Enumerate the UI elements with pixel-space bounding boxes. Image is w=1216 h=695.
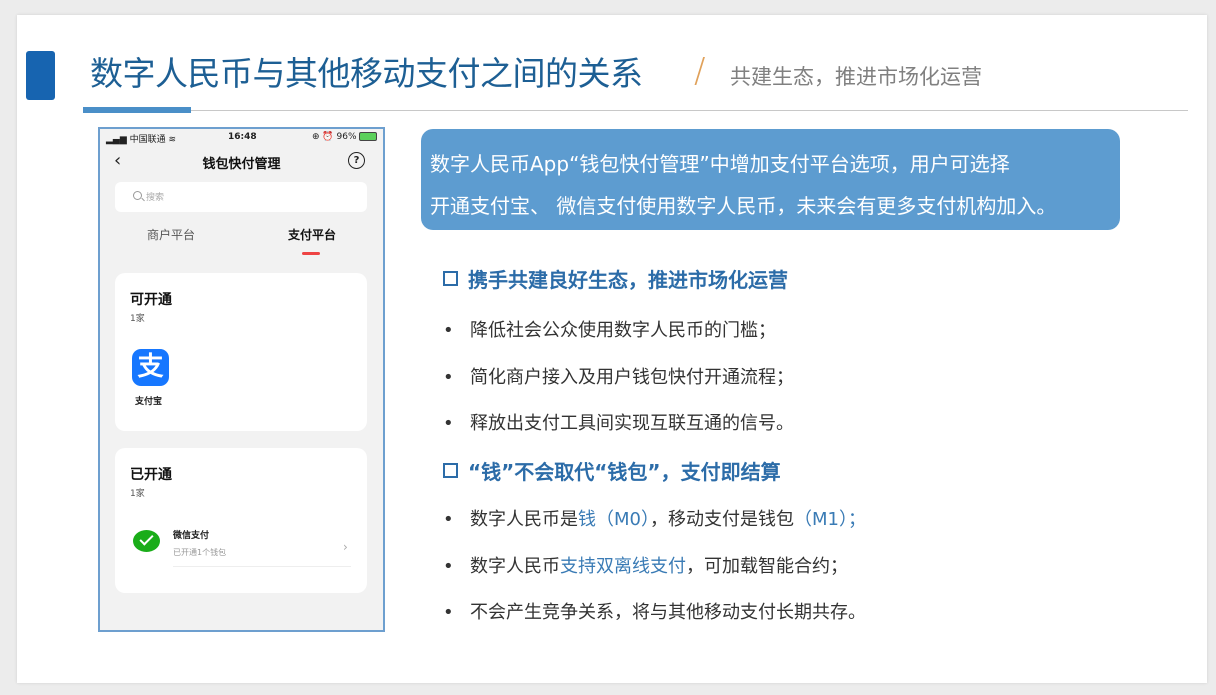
opened-count: 1家	[130, 489, 145, 499]
tab-merchant-platform[interactable]: 商户平台	[147, 226, 195, 243]
divider	[173, 566, 351, 567]
alipay-label: 支付宝	[135, 397, 163, 407]
wechat-pay-name[interactable]: 微信支付	[173, 528, 209, 541]
list-item: • 数字人民币是钱（M0），移动支付是钱包（M1）；	[443, 509, 866, 530]
title-accent-block	[26, 51, 55, 100]
search-placeholder: 搜索	[146, 193, 165, 203]
wechat-pay-sub: 已开通1个钱包	[173, 548, 227, 557]
opened-card: 已开通 1家 微信支付 已开通1个钱包 ›	[115, 448, 367, 593]
wechat-pay-icon	[133, 530, 160, 552]
list-item: • 不会产生竞争关系，将与其他移动支付长期共存。	[443, 602, 866, 623]
status-right: ⊕ ⏰ 96%	[312, 132, 378, 142]
available-count: 1家	[130, 314, 145, 324]
page-title: 数字人民币与其他移动支付之间的关系	[90, 54, 643, 93]
alarm-icon: ⏰	[322, 132, 334, 142]
alipay-icon[interactable]: 支	[132, 349, 169, 386]
page-subtitle: 共建生态，推进市场化运营	[730, 65, 982, 89]
nav-bar: ‹ 钱包快付管理 ?	[100, 146, 383, 176]
tab-payment-platform[interactable]: 支付平台	[288, 226, 336, 243]
header-rule-accent	[83, 107, 191, 113]
help-icon[interactable]: ?	[348, 152, 365, 169]
status-bar: ▂▄▆ 中国联通 ≋ 16:48 ⊕ ⏰ 96%	[100, 129, 383, 146]
checkbox-square-icon	[443, 271, 458, 286]
chevron-right-icon[interactable]: ›	[343, 540, 348, 554]
opened-title: 已开通	[130, 467, 172, 483]
available-card: 可开通 1家 支 支付宝	[115, 273, 367, 431]
search-icon	[133, 191, 142, 200]
search-input[interactable]: 搜索	[115, 182, 367, 212]
list-item: • 释放出支付工具间实现互联互通的信号。	[443, 413, 794, 434]
list-item: • 降低社会公众使用数字人民币的门槛；	[443, 320, 776, 341]
header-rule	[83, 110, 1188, 111]
phone-screenshot: ▂▄▆ 中国联通 ≋ 16:48 ⊕ ⏰ 96% ‹ 钱包快付管理 ? 搜索 商…	[98, 127, 385, 632]
callout-box: 数字人民币App“钱包快付管理”中增加支付平台选项，用户可选择 开通支付宝、 微…	[421, 129, 1120, 230]
checkbox-square-icon	[443, 463, 458, 478]
callout-line-1: 数字人民币App“钱包快付管理”中增加支付平台选项，用户可选择	[430, 152, 1010, 176]
battery-icon	[359, 132, 378, 141]
section-heading-money-wallet: “钱”不会取代“钱包”，支付即结算	[443, 456, 781, 485]
title-divider: /	[694, 51, 706, 91]
active-tab-indicator	[302, 252, 320, 255]
wifi-icon: ≋	[168, 135, 177, 145]
list-item: • 数字人民币支持双离线支付，可加载智能合约；	[443, 556, 848, 577]
status-time: 16:48	[228, 132, 257, 142]
list-item: • 简化商户接入及用户钱包快付开通流程；	[443, 367, 794, 388]
callout-line-2: 开通支付宝、 微信支付使用数字人民币，未来会有更多支付机构加入。	[430, 194, 1057, 218]
section-heading-ecosystem: 携手共建良好生态，推进市场化运营	[443, 264, 788, 293]
carrier-label: ▂▄▆ 中国联通 ≋	[106, 135, 177, 145]
lock-icon: ⊕	[312, 132, 320, 142]
nav-title: 钱包快付管理	[202, 157, 281, 172]
available-title: 可开通	[130, 292, 172, 308]
